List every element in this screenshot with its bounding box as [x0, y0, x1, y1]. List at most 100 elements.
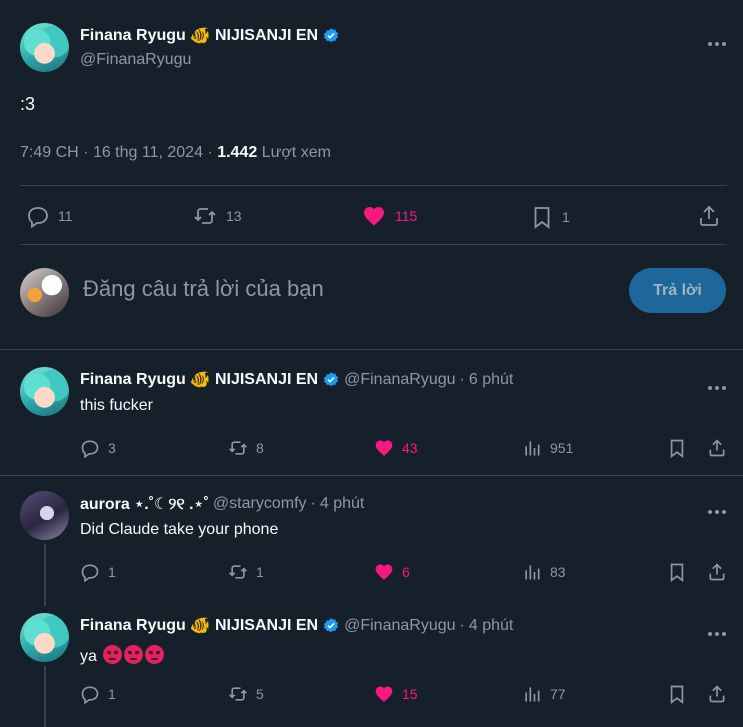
author-display-name[interactable]: Finana Ryugu [80, 617, 186, 635]
divider [20, 185, 727, 186]
retweet-icon [229, 565, 247, 579]
retweet-action[interactable]: 8 [228, 438, 264, 458]
views-action[interactable]: 77 [522, 684, 566, 704]
author-handle[interactable]: @FinanaRyugu [344, 617, 455, 635]
meta-separator: · [83, 144, 89, 161]
like-action[interactable]: 6 [374, 562, 410, 582]
retweet-action[interactable]: 5 [228, 684, 264, 704]
bookmark-action[interactable] [667, 562, 687, 582]
meta-separator: · [207, 144, 213, 161]
angry-face-icon [124, 645, 144, 664]
retweet-icon [194, 208, 216, 224]
bookmark-icon [670, 439, 684, 458]
retweet-count: 5 [256, 686, 264, 702]
tweet-text: this fucker [80, 397, 153, 414]
more-options-icon[interactable] [706, 623, 727, 641]
analytics-icon [525, 565, 540, 580]
reply-count: 3 [108, 440, 116, 456]
reply-time[interactable]: 6 phút [469, 371, 513, 389]
bookmark-icon [670, 685, 684, 704]
author-handle[interactable]: @FinanaRyugu [344, 371, 455, 389]
tweet-meta: 7:49 CH · 16 thg 11, 2024 · 1.442 Lượt x… [20, 144, 331, 162]
tweet-text: ya [80, 645, 165, 666]
author-handle[interactable]: @FinanaRyugu [80, 51, 191, 69]
analytics-icon [525, 687, 540, 702]
bookmark-icon [534, 207, 550, 229]
author-avatar[interactable] [20, 491, 69, 540]
current-user-avatar[interactable] [20, 268, 69, 317]
share-action[interactable] [707, 684, 727, 704]
reply-count: 1 [108, 686, 116, 702]
bookmark-icon [670, 563, 684, 582]
view-count: 83 [550, 564, 566, 580]
like-count: 115 [395, 208, 418, 224]
like-action[interactable]: 15 [374, 684, 418, 704]
divider [0, 349, 743, 350]
tweet-text-content: ya [80, 648, 97, 665]
like-action[interactable]: 43 [374, 438, 418, 458]
author-handle[interactable]: @starycomfy [213, 495, 307, 513]
author-avatar[interactable] [20, 613, 69, 662]
share-icon [709, 685, 725, 703]
tweet-text: :3 [20, 94, 36, 114]
reply-input[interactable]: Đăng câu trả lời của bạn [83, 276, 324, 302]
bookmark-action[interactable] [667, 438, 687, 458]
reply-count: 11 [58, 208, 73, 224]
reply-time[interactable]: 4 phút [469, 617, 513, 635]
author-name-row: Finana Ryugu 🐠 NIJISANJI EN @FinanaRyugu… [80, 616, 513, 636]
more-options-icon[interactable] [706, 33, 727, 51]
share-icon [709, 439, 725, 457]
reply-submit-button[interactable]: Trả lời [629, 268, 726, 313]
reply-action[interactable]: 1 [80, 562, 116, 582]
tweet-date[interactable]: 16 thg 11, 2024 [93, 144, 203, 161]
heart-filled-icon [364, 207, 384, 226]
meta-separator: · [459, 371, 465, 388]
verified-badge-icon [323, 618, 339, 633]
author-display-name[interactable]: aurora ⋆.˚☾୨୧ .⋆˚ [80, 494, 209, 514]
share-action[interactable] [697, 204, 721, 228]
bookmark-action[interactable] [667, 684, 687, 704]
reply-icon [81, 440, 99, 458]
author-display-name[interactable]: Finana Ryugu [80, 371, 186, 389]
fish-emoji: 🐠 [189, 616, 211, 635]
thread-connector [44, 666, 46, 727]
heart-filled-icon [375, 686, 393, 702]
author-org[interactable]: NIJISANJI EN [215, 617, 318, 635]
like-action[interactable]: 115 [361, 204, 417, 228]
verified-badge-icon [323, 372, 339, 387]
author-org[interactable]: NIJISANJI EN [215, 371, 318, 389]
reply-action[interactable]: 1 [80, 684, 116, 704]
author-avatar[interactable] [20, 367, 69, 416]
views-action[interactable]: 83 [522, 562, 566, 582]
divider [0, 475, 743, 476]
retweet-action[interactable]: 1 [228, 562, 264, 582]
author-org[interactable]: NIJISANJI EN [215, 27, 318, 45]
view-label: Lượt xem [261, 144, 331, 161]
author-name-row: Finana Ryugu 🐠 NIJISANJI EN [80, 26, 340, 46]
more-options-icon[interactable] [706, 377, 727, 395]
fish-emoji: 🐠 [189, 370, 211, 389]
bookmark-count: 1 [562, 209, 570, 225]
more-options-icon[interactable] [706, 501, 727, 519]
heart-filled-icon [375, 564, 393, 580]
fish-emoji: 🐠 [189, 26, 211, 45]
author-display-name[interactable]: Finana Ryugu [80, 27, 186, 45]
author-name-row: Finana Ryugu 🐠 NIJISANJI EN @FinanaRyugu… [80, 370, 513, 390]
retweet-icon [229, 687, 247, 701]
like-count: 15 [402, 686, 418, 702]
share-action[interactable] [707, 562, 727, 582]
reply-action[interactable]: 3 [80, 438, 116, 458]
reply-icon [81, 564, 99, 582]
retweet-count: 8 [256, 440, 264, 456]
view-count: 1.442 [217, 144, 258, 161]
share-icon [709, 563, 725, 581]
retweet-count: 13 [226, 208, 242, 224]
share-action[interactable] [707, 438, 727, 458]
reply-action[interactable]: 11 [26, 204, 73, 228]
retweet-action[interactable]: 13 [192, 204, 242, 228]
author-avatar[interactable] [20, 23, 69, 72]
tweet-time[interactable]: 7:49 CH [20, 144, 79, 161]
views-action[interactable]: 951 [522, 438, 573, 458]
reply-time[interactable]: 4 phút [320, 495, 364, 513]
bookmark-action[interactable]: 1 [530, 204, 570, 230]
